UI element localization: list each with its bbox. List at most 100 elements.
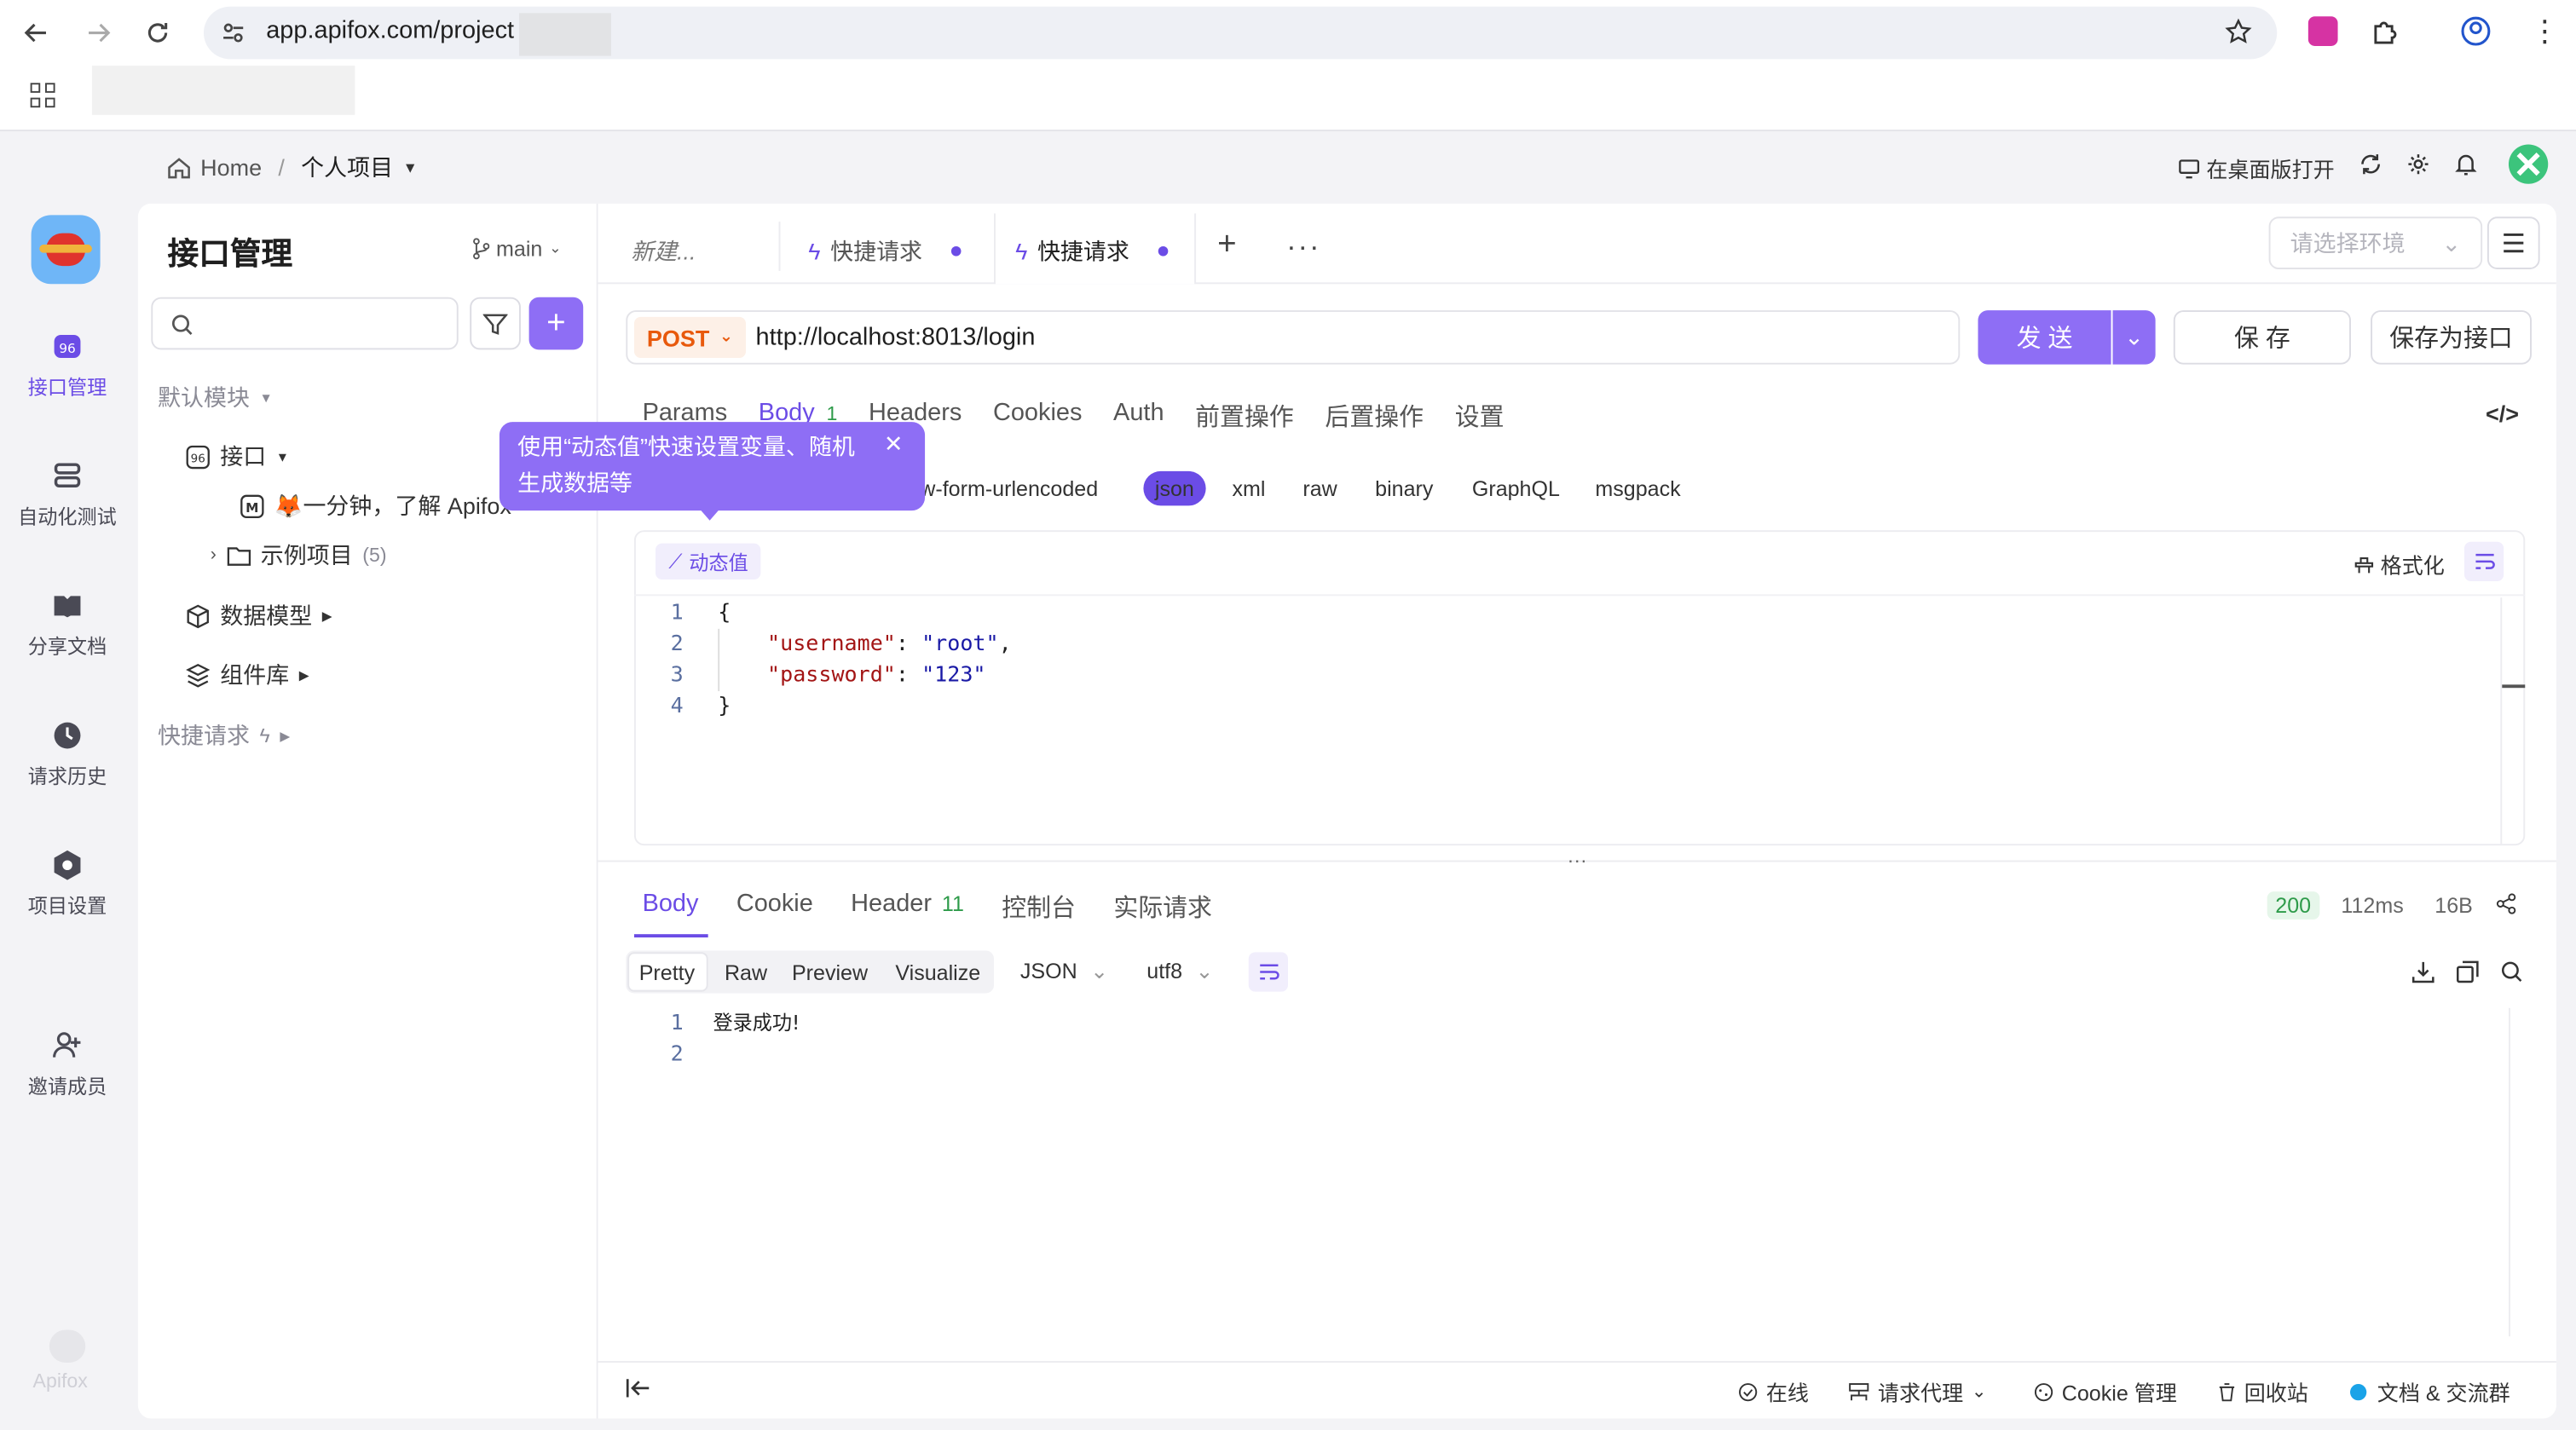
bell-icon[interactable] — [2454, 153, 2477, 184]
rail-item-api[interactable]: 96 接口管理 — [0, 330, 135, 401]
forward-icon[interactable] — [79, 13, 118, 52]
environment-select[interactable]: 请选择环境 ⌄ — [2268, 216, 2483, 269]
docs-community-link[interactable]: 文档 & 交流群 — [2348, 1375, 2510, 1407]
open-desktop-link[interactable]: 在桌面版打开 — [2179, 153, 2335, 184]
minimap-marker — [2502, 684, 2526, 689]
more-tabs-icon[interactable]: ··· — [1286, 230, 1320, 264]
rail-item-share-docs[interactable]: 分享文档 — [0, 590, 135, 660]
response-format-select[interactable]: JSON ⌄ — [1020, 959, 1108, 985]
save-as-api-button[interactable]: 保存为接口 — [2371, 310, 2532, 365]
copy-icon[interactable] — [2456, 960, 2479, 992]
project-avatar[interactable] — [31, 215, 101, 285]
code-snippet-icon[interactable]: </> — [2486, 401, 2519, 427]
tab-new[interactable]: 新建... — [631, 234, 696, 268]
tree-item-intro-doc[interactable]: M 🦊一分钟，了解 Apifox — [240, 489, 511, 522]
quick-request-group[interactable]: 快捷请求 ϟ ▶ — [158, 719, 290, 752]
env-menu-button[interactable] — [2486, 216, 2540, 269]
view-raw[interactable]: Raw — [725, 960, 767, 985]
chevron-down-icon: ⌄ — [1090, 959, 1109, 983]
dynamic-value-button[interactable]: ⟋ 动态值 — [655, 543, 762, 580]
send-dropdown-button[interactable]: ⌄ — [2112, 310, 2156, 365]
code-lines: 1 { 2 "username": "root", 3 "password": … — [650, 597, 1012, 722]
save-button[interactable]: 保 存 — [2173, 310, 2351, 365]
body-type-json[interactable]: json — [1143, 470, 1206, 506]
add-tab-icon[interactable]: + — [1217, 227, 1237, 264]
bookmark-star-icon[interactable] — [2225, 18, 2253, 54]
extensions-puzzle-icon[interactable] — [2371, 16, 2400, 54]
view-preview[interactable]: Preview — [792, 960, 868, 985]
response-scrollbar[interactable] — [2508, 1007, 2510, 1337]
chevron-right-icon: › — [210, 545, 217, 565]
share-icon[interactable] — [2496, 893, 2517, 923]
wrap-icon — [2475, 552, 2494, 568]
tree-item-example[interactable]: › 示例项目 (5) — [211, 539, 387, 572]
chevron-down-icon: ⌄ — [1971, 1382, 1987, 1403]
user-avatar[interactable] — [2508, 144, 2549, 184]
resp-tab-console[interactable]: 控制台 — [1002, 890, 1076, 924]
tab-quick-request-2[interactable]: ϟ 快捷请求 — [1015, 234, 1170, 268]
settings-gear-icon[interactable] — [2406, 153, 2429, 184]
body-type-graphql[interactable]: GraphQL — [1472, 476, 1560, 501]
extension-download-icon[interactable] — [2307, 16, 2338, 46]
online-status[interactable]: 在线 — [1738, 1375, 1809, 1407]
tree-item-api[interactable]: 96 接口 ▼ — [186, 440, 289, 473]
default-module[interactable]: 默认模块 ▼ — [158, 381, 273, 414]
response-encoding-select[interactable]: utf8 ⌄ — [1146, 959, 1213, 985]
branch-selector[interactable]: main ⌄ — [471, 236, 562, 261]
resp-tab-actual-request[interactable]: 实际请求 — [1113, 890, 1212, 924]
view-visualize[interactable]: Visualize — [895, 960, 980, 985]
format-button[interactable]: 格式化 — [2354, 548, 2445, 579]
editor-scrollbar[interactable] — [2500, 597, 2503, 845]
trash-link[interactable]: 回收站 — [2218, 1375, 2308, 1407]
more-menu-icon[interactable]: ⋮ — [2530, 16, 2560, 46]
resp-tab-header[interactable]: Header 11 — [851, 890, 964, 924]
proxy-select[interactable]: 请求代理 ⌄ — [1848, 1375, 1987, 1407]
method-select[interactable]: POST ⌄ — [633, 316, 746, 358]
resp-tab-body[interactable]: Body — [643, 890, 699, 924]
tab-post-actions[interactable]: 后置操作 — [1325, 399, 1424, 433]
cookie-manager[interactable]: Cookie 管理 — [2034, 1375, 2177, 1407]
rail-item-project-settings[interactable]: 项目设置 — [0, 849, 135, 920]
download-icon[interactable] — [2411, 960, 2434, 992]
body-type-raw[interactable]: raw — [1302, 476, 1337, 501]
wrap-toggle[interactable] — [2463, 541, 2504, 581]
reload-icon[interactable] — [138, 13, 177, 52]
breadcrumb-project[interactable]: 个人项目 — [301, 151, 393, 184]
rail-item-history[interactable]: 请求历史 — [0, 719, 135, 790]
back-icon[interactable] — [16, 13, 55, 52]
close-tooltip-icon[interactable]: ✕ — [884, 430, 904, 458]
tab-quick-request-1[interactable]: ϟ 快捷请求 — [808, 234, 962, 268]
site-settings-icon[interactable] — [220, 20, 246, 54]
rail-item-invite[interactable]: 邀请成员 — [0, 1029, 135, 1100]
apps-grid-icon[interactable] — [30, 82, 56, 116]
panel-title: 接口管理 — [167, 238, 293, 273]
collapse-sidebar-icon[interactable] — [626, 1377, 650, 1407]
tab-cookies[interactable]: Cookies — [993, 399, 1082, 433]
send-button[interactable]: 发 送 — [1978, 310, 2111, 365]
sync-icon[interactable] — [2359, 153, 2383, 184]
body-type-xml[interactable]: xml — [1232, 476, 1265, 501]
book-icon — [54, 596, 81, 618]
body-type-binary[interactable]: binary — [1375, 476, 1433, 501]
resp-tab-cookie[interactable]: Cookie — [736, 890, 813, 924]
profile-icon[interactable] — [2461, 16, 2491, 54]
search-input[interactable] — [151, 297, 459, 350]
rail-item-automation[interactable]: 自动化测试 — [0, 459, 135, 530]
tab-pre-actions[interactable]: 前置操作 — [1195, 399, 1294, 433]
search-response-icon[interactable] — [2500, 960, 2523, 992]
add-button[interactable]: + — [528, 297, 584, 350]
code-line: 3 "password": "123" — [650, 660, 1011, 692]
chevron-down-icon: ⌄ — [2441, 228, 2462, 256]
view-pretty[interactable]: Pretty — [639, 960, 695, 985]
tab-settings[interactable]: 设置 — [1455, 399, 1505, 433]
tree-item-components[interactable]: 组件库 ▶ — [186, 659, 309, 692]
drag-handle-icon[interactable]: ··· — [1568, 849, 1587, 872]
tab-auth[interactable]: Auth — [1113, 399, 1164, 433]
address-bar[interactable] — [203, 6, 2278, 60]
body-type-urlencoded[interactable]: w-form-urlencoded — [920, 476, 1098, 501]
body-type-msgpack[interactable]: msgpack — [1595, 476, 1680, 501]
response-wrap-toggle[interactable] — [1248, 952, 1289, 992]
tree-item-data-model[interactable]: 数据模型 ▶ — [186, 599, 332, 632]
filter-button[interactable] — [470, 297, 521, 350]
breadcrumb-home[interactable]: Home — [200, 154, 262, 181]
